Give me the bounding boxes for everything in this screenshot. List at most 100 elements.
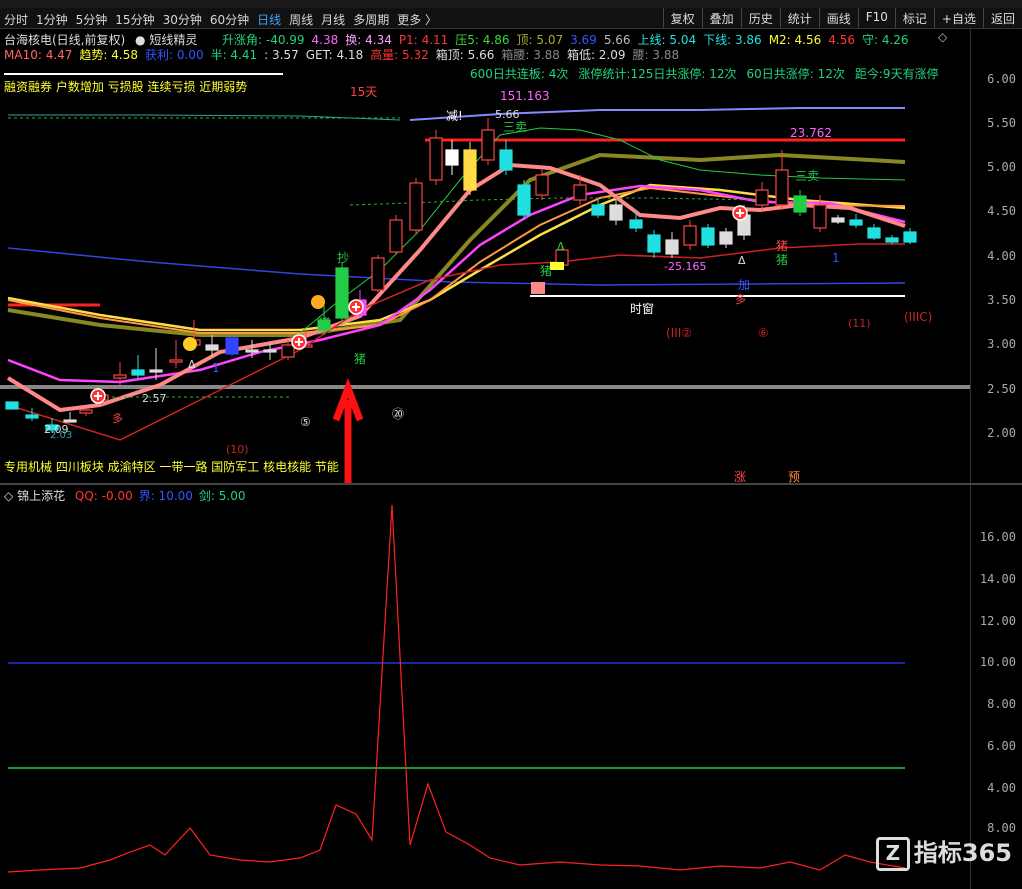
label-duo-right: 多 [735,292,746,306]
row1-value-9: 下线: 3.86 [703,33,762,47]
candle-body [25,414,39,419]
row1-value-5: 顶: 5.07 [516,33,564,47]
price-tick-label: 5.50 [987,116,1016,130]
period-tab-3[interactable]: 15分钟 [115,11,154,28]
period-tab-10[interactable]: 更多 〉 [397,11,437,28]
toolbar-button-7[interactable]: +自选 [933,8,983,28]
pink-block [531,282,545,294]
indicator-row-2: MA10: 4.47 趋势: 4.58 获利: 0.00 半: 4.41: 3.57 G… [4,46,686,63]
smiley-icon-2 [311,295,325,309]
toolbar-button-4[interactable]: 画线 [818,8,858,28]
period-tab-6[interactable]: 日线 [257,11,281,28]
candle-body [701,227,715,246]
row1-value-1: 4.38 [311,33,339,47]
price-tick-label: 4.50 [987,204,1016,218]
candle-body [481,129,495,161]
candle-body [793,195,807,213]
ma-red-line [7,243,905,441]
price-tick-label: 4.00 [987,249,1016,263]
candle-body [63,419,77,423]
toolbar-button-2[interactable]: 历史 [740,8,780,28]
row3-value-1: 涨停统计:125日共涨停: 12次 [578,67,737,81]
price-tick-label: 3.50 [987,293,1016,307]
period-tab-2[interactable]: 5分钟 [76,11,108,28]
sub-legend-0: QQ: -0.00 [74,489,133,503]
label-b1: 1 [212,361,220,375]
period-tabs: 分时 1分钟 5分钟 15分钟 30分钟 60分钟 日线 周线 月线 多周期 更多 〉 [4,11,445,28]
sub-tick-label: 4.00 [987,781,1016,795]
candle-body [149,369,163,373]
toolbar-button-6[interactable]: 标记 [894,8,934,28]
row1-value-0: 升涨角: -40.99 [222,33,305,47]
candle-body [903,231,917,243]
period-tab-8[interactable]: 月线 [321,11,345,28]
toolbar-button-3[interactable]: 统计 [779,8,819,28]
toolbar-button-1[interactable]: 叠加 [701,8,741,28]
sub-legend-1: 界: 10.00 [138,489,193,503]
watermark: Z 指标365 [875,833,1012,871]
indicator-row-3: 600日共连板: 4次 涨停统计:125日共涨停: 12次 60日共涨停: 12次距… [470,65,949,82]
period-tab-9[interactable]: 多周期 [353,11,389,28]
row2-value-4: : 3.57 [264,48,299,62]
sub-indicator-chart[interactable] [0,485,1022,889]
row1-value-6: 3.69 [570,33,597,47]
settings-icon[interactable]: ● [135,33,145,47]
label-triangle-3: Δ [557,240,565,253]
candle-body [281,344,295,358]
row2-value-6: 高量: 5.32 [370,48,429,62]
watermark-logo-icon: Z [875,837,910,871]
candle-body [263,349,277,353]
period-tab-7[interactable]: 周线 [289,11,313,28]
candle-body [499,149,513,171]
candle-body [867,227,881,239]
main-kline-chart[interactable]: 15天减! 151.163 5.66 三卖 23.762 三卖 -25.165 时窗 (IIIC… [0,28,1022,483]
period-tab-1[interactable]: 1分钟 [36,11,68,28]
sector-tags: 专用机械 四川板块 成渝特区 一带一路 国防军工 核电核能 节能 [4,460,339,474]
yellow-block [550,262,564,270]
row3-value-2: 60日共涨停: 12次 [746,67,845,81]
red-arrow-annotation [332,378,364,483]
indicator-name[interactable]: 短线精灵 [149,33,197,47]
candle-body [609,204,623,221]
collapse-icon[interactable]: ◇ [938,30,947,44]
sub-tick-label: 6.00 [987,739,1016,753]
smiley-icon [183,337,197,351]
label-jian: 减! [446,109,463,123]
row2-value-2: 获利: 0.00 [145,48,204,62]
label-203: 2.03 [50,430,72,441]
row2-value-9: 箱低: 2.09 [566,48,626,62]
toolbar-button-0[interactable]: 复权 [662,8,702,28]
row2-value-1: 趋势: 4.58 [79,48,138,62]
toolbar-button-5[interactable]: F10 [857,8,895,28]
ma-teal-top-line [8,114,401,121]
row2-value-5: GET: 4.18 [305,48,364,62]
price-tick-label: 3.00 [987,337,1016,351]
label-val-23: 23.762 [790,126,832,140]
candle-body [517,184,531,216]
sub-legend: QQ: -0.00 界: 10.00 剑: 5.00 [75,489,252,503]
label-c6: ⑥ [758,326,769,340]
period-tab-0[interactable]: 分时 [4,11,28,28]
label-shichuang: 时窗 [630,302,654,316]
toolbar-button-8[interactable]: 返回 [982,8,1022,28]
row3-value-0: 600日共连板: 4次 [470,67,569,81]
row1-value-12: 守: 4.26 [861,33,909,47]
sub-title[interactable]: 锦上添花 [17,489,65,503]
period-tab-4[interactable]: 30分钟 [163,11,202,28]
toolbar-right-buttons: 复权 叠加 历史 统计 画线 F10 标记 +自选 返回 [662,8,1022,28]
sub-tick-label: 8.00 [987,697,1016,711]
price-tick-label: 5.00 [987,160,1016,174]
label-b2: 1 [832,251,840,265]
candle-body [591,204,605,216]
sub-collapse-icon[interactable]: ◇ [4,489,13,503]
candle-body [647,234,661,253]
price-tick-label: 2.00 [987,426,1016,440]
label-yu: 预 [788,470,800,483]
sub-tick-label: 12.00 [979,614,1016,628]
candle-body [389,219,403,253]
label-c11: (11) [848,317,871,330]
candle-body [445,149,459,166]
candle-body [719,231,733,245]
sub-legend-2: 剑: 5.00 [198,489,246,503]
period-tab-5[interactable]: 60分钟 [210,11,249,28]
